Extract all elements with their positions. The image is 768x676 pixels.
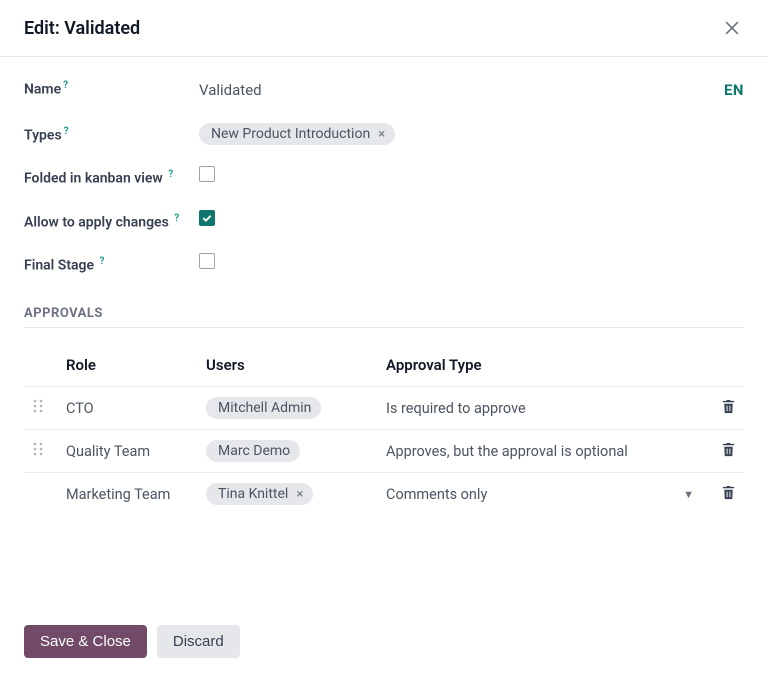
- drag-handle-icon[interactable]: [32, 400, 44, 417]
- table-row: Marketing Team Tina Knittel× Comments only…: [24, 473, 744, 516]
- column-header-type: Approval Type: [378, 344, 710, 387]
- close-button[interactable]: [720, 16, 744, 40]
- allow-changes-label: Allow to apply changes ?: [24, 210, 199, 233]
- name-label: Name?: [24, 77, 199, 100]
- remove-tag-icon[interactable]: ×: [296, 487, 303, 502]
- discard-button[interactable]: Discard: [157, 625, 240, 658]
- user-tag: Mitchell Admin: [206, 397, 321, 419]
- approvals-table: Role Users Approval Type CTO Mitchell Adm…: [24, 344, 744, 515]
- table-row: Quality Team Marc Demo Approves, but the a…: [24, 430, 744, 473]
- modal-footer: Save & Close Discard: [0, 613, 768, 676]
- name-input[interactable]: Validated: [199, 77, 724, 103]
- final-stage-label: Final Stage ?: [24, 253, 199, 276]
- users-cell[interactable]: Tina Knittel×: [198, 473, 378, 516]
- folded-label: Folded in kanban view ?: [24, 166, 199, 189]
- column-header-users: Users: [198, 344, 378, 387]
- role-cell[interactable]: CTO: [58, 387, 198, 430]
- approval-type-cell[interactable]: Comments only: [386, 486, 487, 503]
- users-cell[interactable]: Mitchell Admin: [198, 387, 378, 430]
- delete-row-button[interactable]: [721, 487, 736, 504]
- help-icon[interactable]: ?: [63, 80, 68, 91]
- chevron-down-icon[interactable]: ▼: [683, 488, 694, 501]
- table-row: CTO Mitchell Admin Is required to approve: [24, 387, 744, 430]
- types-label: Types?: [24, 123, 199, 146]
- save-button[interactable]: Save & Close: [24, 625, 147, 658]
- close-icon: [722, 18, 742, 38]
- drag-handle-icon[interactable]: [32, 443, 44, 460]
- delete-row-button[interactable]: [721, 401, 736, 418]
- role-cell[interactable]: Marketing Team: [58, 473, 198, 516]
- allow-changes-checkbox[interactable]: [199, 210, 215, 226]
- approval-type-cell: Is required to approve: [386, 400, 526, 417]
- approvals-section-title: APPROVALS: [24, 306, 744, 328]
- modal-title: Edit: Validated: [24, 18, 140, 39]
- modal-header: Edit: Validated: [0, 0, 768, 57]
- language-selector[interactable]: EN: [724, 81, 744, 99]
- folded-checkbox[interactable]: [199, 166, 215, 182]
- check-icon: [201, 212, 213, 224]
- delete-row-button[interactable]: [721, 444, 736, 461]
- edit-stage-modal: Edit: Validated Name? Validated EN Types…: [0, 0, 768, 676]
- user-tag: Tina Knittel×: [206, 483, 313, 505]
- help-icon[interactable]: ?: [174, 213, 179, 224]
- help-icon[interactable]: ?: [168, 169, 173, 180]
- approval-type-cell: Approves, but the approval is optional: [386, 443, 628, 460]
- final-stage-checkbox[interactable]: [199, 253, 215, 269]
- users-cell[interactable]: Marc Demo: [198, 430, 378, 473]
- column-header-role: Role: [58, 344, 198, 387]
- role-cell[interactable]: Quality Team: [58, 430, 198, 473]
- help-icon[interactable]: ?: [100, 256, 105, 267]
- type-tag: New Product Introduction ×: [199, 123, 395, 145]
- types-field[interactable]: New Product Introduction ×: [199, 123, 744, 145]
- modal-body: Name? Validated EN Types? New Product In…: [0, 57, 768, 613]
- user-tag: Marc Demo: [206, 440, 300, 462]
- help-icon[interactable]: ?: [64, 126, 69, 137]
- remove-tag-icon[interactable]: ×: [378, 127, 385, 142]
